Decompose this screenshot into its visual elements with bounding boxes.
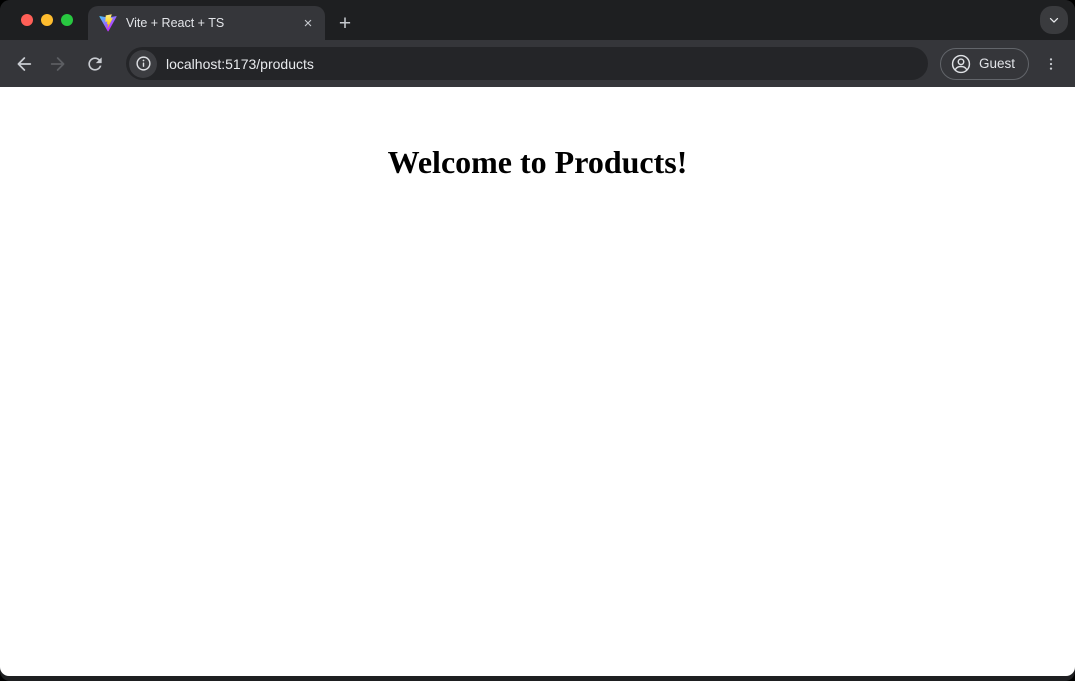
traffic-lights — [21, 14, 73, 26]
page-heading: Welcome to Products! — [0, 144, 1075, 181]
kebab-menu-icon — [1043, 56, 1059, 72]
new-tab-button[interactable]: + — [331, 9, 359, 37]
back-arrow-icon — [12, 53, 34, 75]
url-text[interactable]: localhost:5173/products — [166, 56, 314, 72]
vite-favicon-icon — [99, 14, 117, 32]
profile-button[interactable]: Guest — [940, 48, 1029, 80]
browser-window: Vite + React + TS × + — [0, 0, 1075, 681]
chevron-down-icon — [1047, 13, 1061, 27]
tab-close-icon[interactable]: × — [299, 14, 317, 32]
forward-button[interactable] — [44, 49, 74, 79]
page-viewport: Welcome to Products! — [0, 87, 1075, 676]
close-window-button[interactable] — [21, 14, 33, 26]
tab-search-button[interactable] — [1040, 6, 1068, 34]
address-bar[interactable]: localhost:5173/products — [126, 47, 928, 80]
maximize-window-button[interactable] — [61, 14, 73, 26]
tab-vite-react-ts[interactable]: Vite + React + TS × — [88, 6, 325, 40]
info-icon — [135, 55, 152, 72]
tab-title: Vite + React + TS — [126, 16, 299, 30]
minimize-window-button[interactable] — [41, 14, 53, 26]
browser-toolbar: localhost:5173/products Guest — [0, 40, 1075, 87]
person-circle-icon — [950, 53, 972, 75]
back-button[interactable] — [8, 49, 38, 79]
reload-button[interactable] — [80, 49, 110, 79]
reload-icon — [85, 54, 105, 74]
forward-arrow-icon — [48, 53, 70, 75]
profile-label: Guest — [979, 56, 1015, 71]
tab-strip: Vite + React + TS × + — [0, 0, 1075, 40]
browser-menu-button[interactable] — [1037, 50, 1065, 78]
site-info-button[interactable] — [129, 50, 157, 78]
